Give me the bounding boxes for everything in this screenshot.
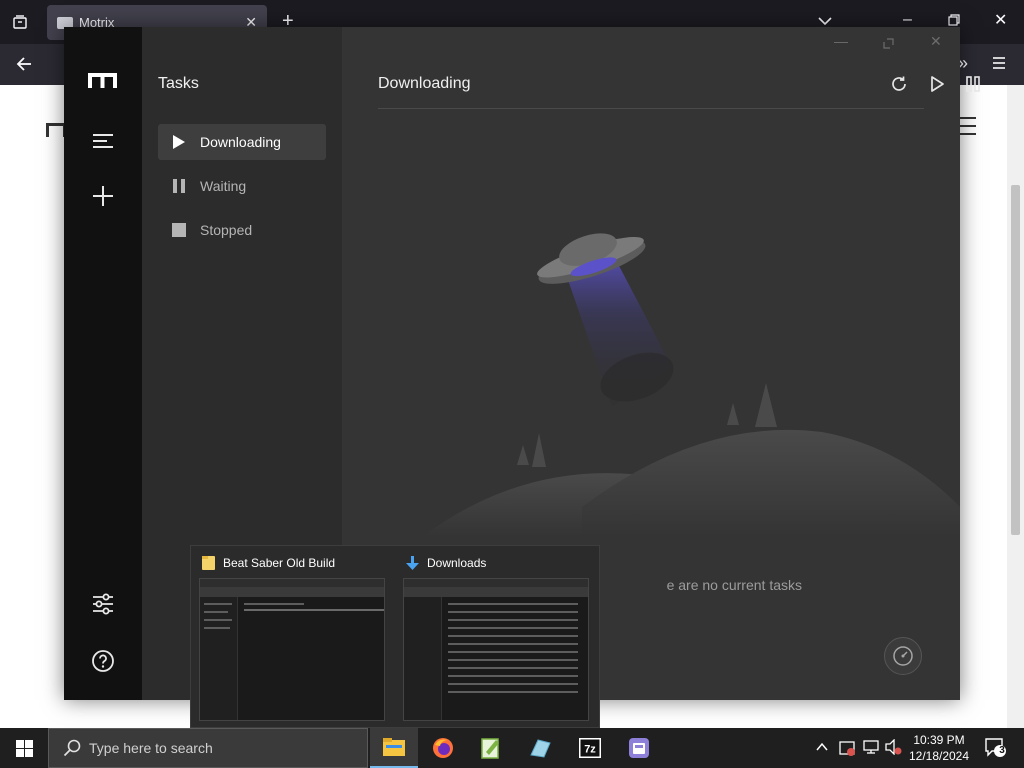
search-icon — [63, 739, 81, 757]
preview-card-beat-saber[interactable]: Beat Saber Old Build — [191, 546, 391, 729]
taskbar-notepad-plus[interactable] — [467, 728, 515, 768]
taskbar-motrix[interactable] — [615, 728, 663, 768]
subnav-item-downloading[interactable]: Downloading — [158, 124, 326, 160]
subnav-item-label: Downloading — [200, 134, 281, 150]
motrix-minimize-icon[interactable]: — — [834, 33, 848, 49]
page-title: Downloading — [378, 75, 471, 92]
pause-icon — [172, 179, 186, 193]
preview-card-title: Downloads — [427, 556, 487, 570]
page-logo-fragment-icon — [46, 123, 66, 137]
taskbar-preview-popup: Beat Saber Old Build Downloads — [190, 545, 600, 728]
notification-count-badge: 3 — [999, 745, 1005, 756]
tray-app-icon[interactable] — [838, 739, 856, 760]
browser-close-icon[interactable]: ✕ — [994, 13, 1007, 29]
7zip-icon: 7z — [579, 738, 601, 758]
subnav-item-label: Waiting — [200, 178, 247, 194]
task-list-menu-icon[interactable] — [91, 129, 115, 153]
clock-time: 10:39 PM — [913, 733, 965, 747]
speed-meter-icon[interactable] — [884, 637, 922, 675]
search-placeholder: Type here to search — [89, 740, 213, 756]
taskbar-file-explorer[interactable] — [370, 728, 418, 768]
windows-taskbar: Type here to search 7z 10:39 PM 12/18/20… — [0, 728, 1024, 768]
firefox-icon — [433, 738, 453, 758]
refresh-icon[interactable] — [890, 75, 908, 93]
back-arrow-icon[interactable] — [15, 55, 33, 76]
preview-card-title: Beat Saber Old Build — [223, 556, 336, 570]
windows-logo-icon — [15, 739, 33, 757]
help-question-icon[interactable] — [91, 649, 115, 673]
motrix-close-icon[interactable]: ✕ — [930, 33, 942, 50]
taskbar-paint[interactable] — [516, 728, 564, 768]
scrollbar-thumb[interactable] — [1011, 185, 1020, 535]
page-scrollbar[interactable] — [1007, 85, 1024, 728]
motrix-app-icon — [629, 738, 649, 758]
motrix-logo-icon — [88, 72, 118, 96]
subnav-title: Tasks — [158, 75, 199, 92]
pause-all-icon[interactable] — [964, 75, 982, 93]
download-arrow-icon — [405, 555, 420, 571]
show-hidden-icons-chevron-icon[interactable] — [816, 739, 828, 755]
stop-icon — [172, 223, 186, 237]
header-divider — [378, 108, 924, 109]
notepad-plus-icon — [481, 738, 499, 759]
empty-ufo-illustration-icon — [422, 233, 960, 537]
subnav-item-stopped[interactable]: Stopped — [158, 212, 326, 248]
file-explorer-icon — [383, 738, 405, 756]
motrix-maximize-icon[interactable] — [883, 36, 894, 52]
motrix-sidebar — [64, 27, 142, 700]
play-icon — [172, 135, 186, 149]
resume-all-play-icon[interactable] — [928, 75, 946, 93]
preview-card-downloads[interactable]: Downloads — [395, 546, 595, 729]
taskbar-clock[interactable]: 10:39 PM 12/18/2024 — [900, 732, 978, 764]
add-task-plus-icon[interactable] — [91, 184, 115, 208]
taskbar-7zip[interactable]: 7z — [566, 728, 614, 768]
tab-overview-icon[interactable] — [12, 14, 28, 34]
preferences-sliders-icon[interactable] — [91, 592, 115, 616]
clock-date: 12/18/2024 — [908, 749, 970, 763]
start-button[interactable] — [0, 728, 48, 768]
taskbar-search-box[interactable]: Type here to search — [48, 728, 368, 768]
hamburger-menu-icon[interactable] — [991, 55, 1007, 74]
network-icon[interactable] — [862, 739, 880, 758]
preview-thumbnail — [403, 578, 589, 721]
subnav-item-waiting[interactable]: Waiting — [158, 168, 326, 204]
preview-thumbnail — [199, 578, 385, 721]
svg-text:7z: 7z — [584, 744, 596, 756]
taskbar-firefox[interactable] — [419, 728, 467, 768]
subnav-item-label: Stopped — [200, 222, 253, 238]
browser-minimize-icon[interactable]: – — [903, 12, 912, 28]
paint-icon — [530, 739, 551, 758]
folder-icon — [201, 555, 216, 571]
